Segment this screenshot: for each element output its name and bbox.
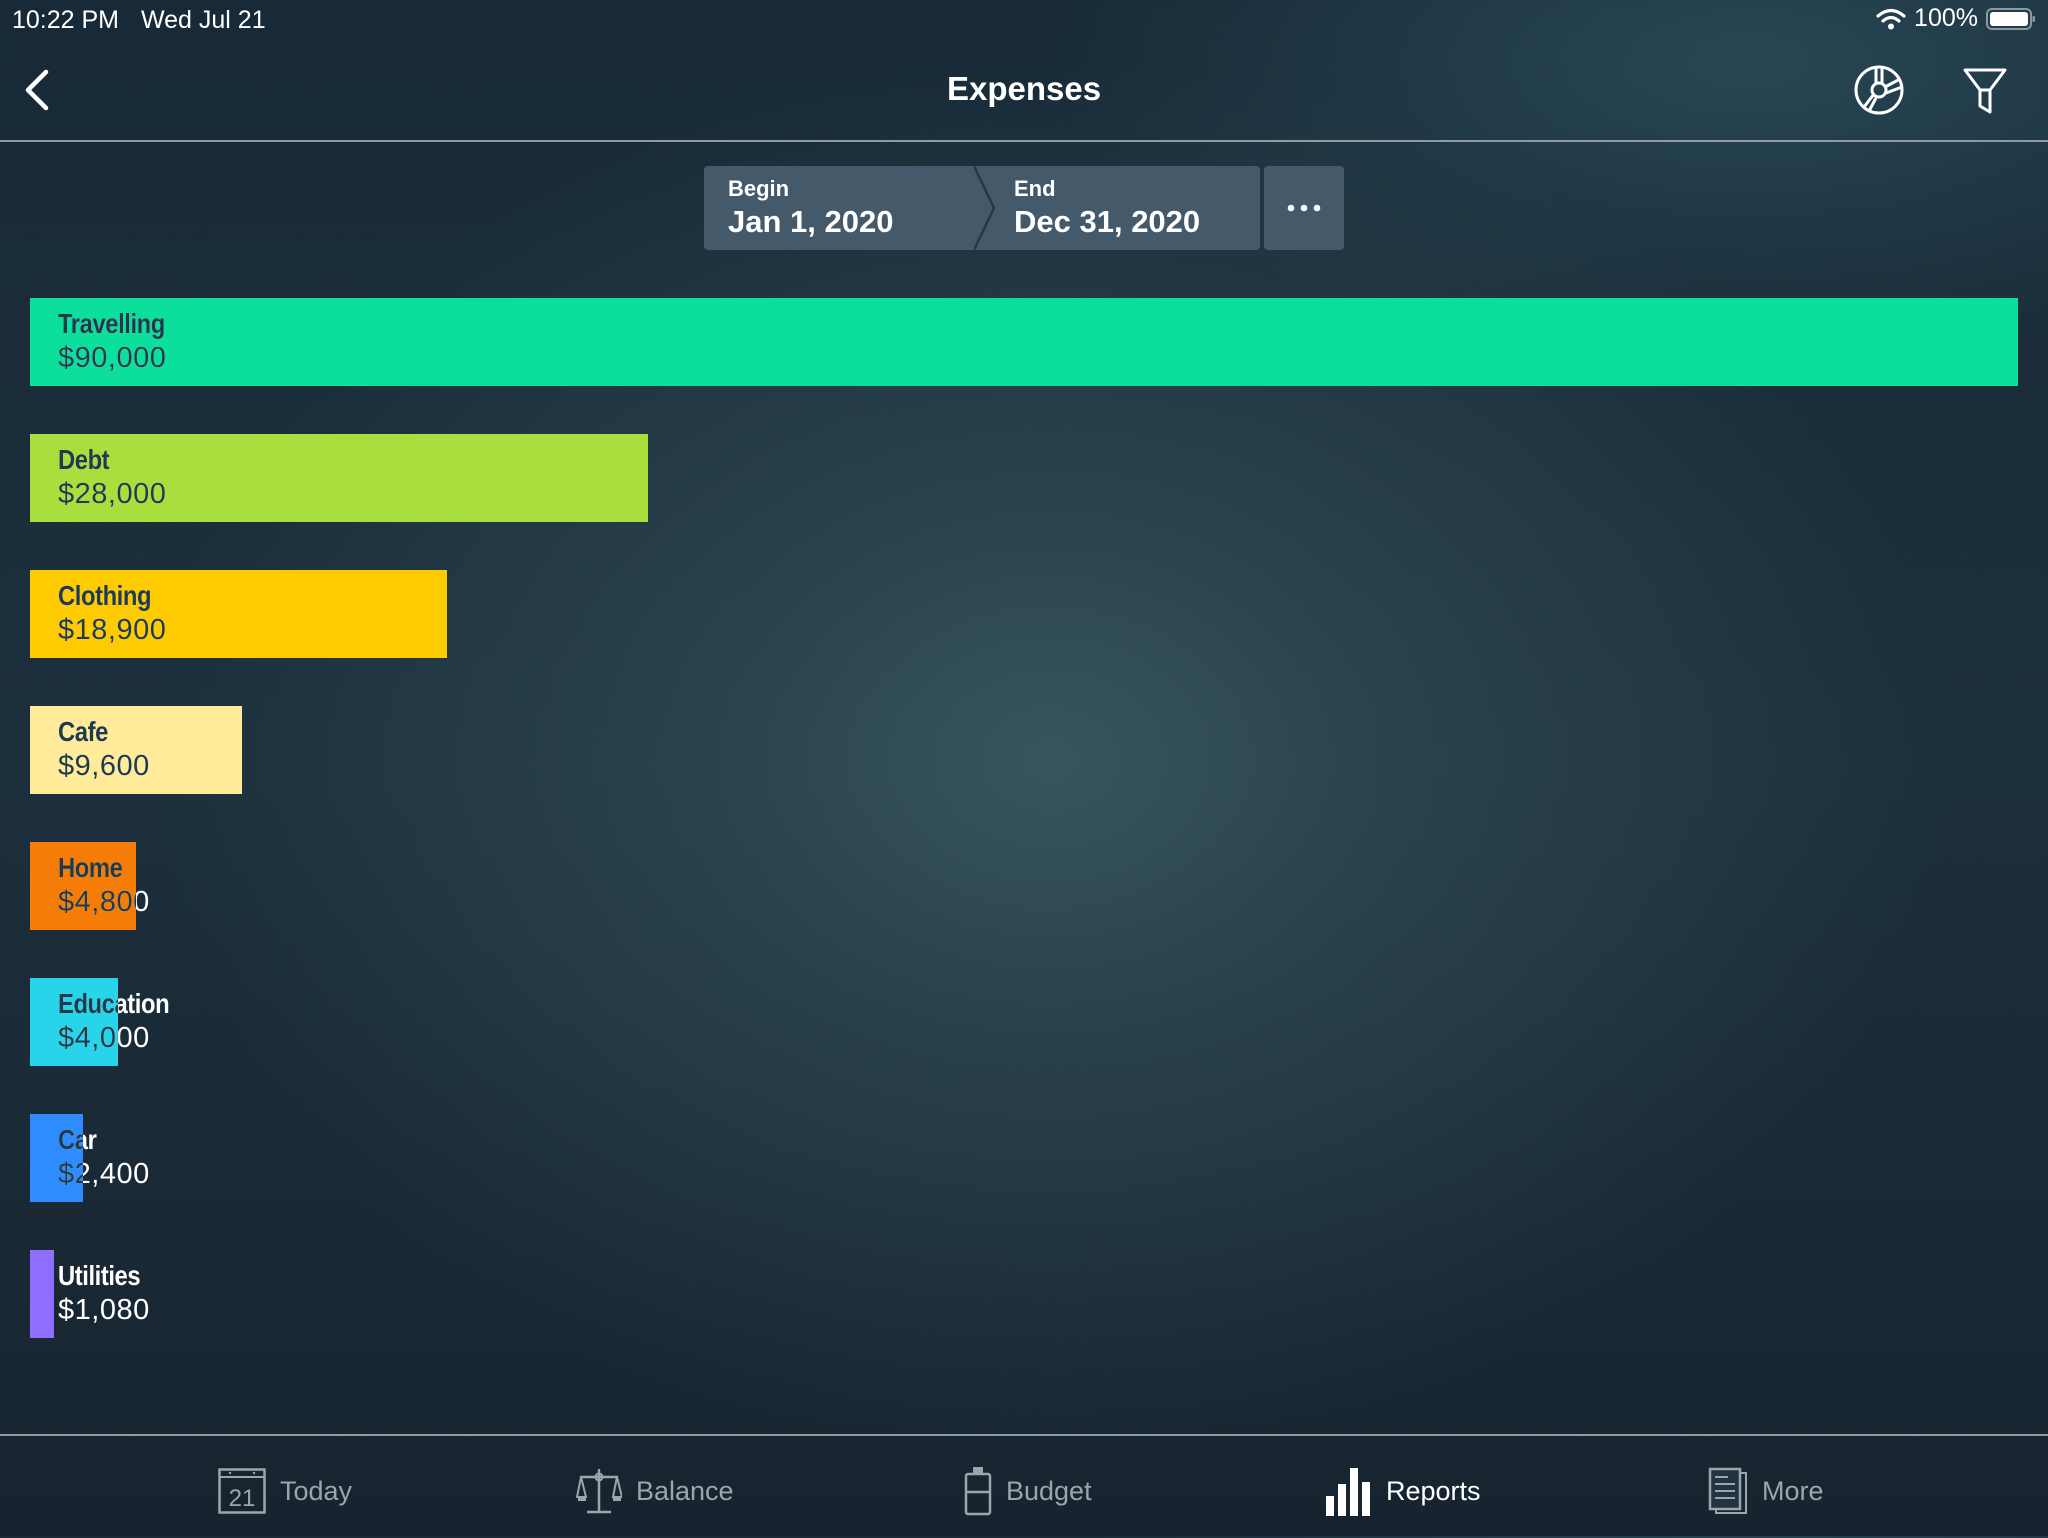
- chevron-separator-icon: [974, 166, 996, 250]
- filter-button[interactable]: [1962, 66, 2008, 116]
- bar-value-label: $4,800: [58, 886, 136, 918]
- bar-label-clip: Car $2,400: [30, 1114, 83, 1202]
- tab-label: More: [1762, 1475, 1824, 1506]
- status-date: Wed Jul 21: [141, 6, 266, 34]
- tab-label: Budget: [1006, 1475, 1092, 1506]
- tab-bar: 21 Today Balance Budget Reports More: [0, 1434, 2048, 1538]
- begin-date-button[interactable]: Begin Jan 1, 2020: [704, 166, 996, 250]
- wifi-icon: [1876, 8, 1906, 29]
- scale-icon: [576, 1469, 622, 1514]
- jar-icon: [964, 1467, 992, 1516]
- bar-label-clip: Utilities$1,080: [30, 1250, 54, 1338]
- bar-value-label: $2,400: [58, 1158, 83, 1190]
- status-indicators: 100%: [1876, 4, 2036, 33]
- status-time: 10:22 PM: [12, 6, 120, 34]
- bar-category-label: Travelling: [58, 308, 165, 339]
- tab-reports[interactable]: Reports: [1326, 1466, 1481, 1516]
- bar-category-label: Debt: [58, 444, 110, 475]
- bar-row[interactable]: Education$4,000Education$4,000: [30, 978, 2018, 1066]
- bar-category-label: Utilities: [58, 1260, 141, 1291]
- tab-today[interactable]: 21 Today: [218, 1466, 352, 1516]
- end-date-value: Dec 31, 2020: [1014, 204, 1201, 239]
- bar-label-clip: Travelling $90,000: [30, 298, 2018, 386]
- bar-label-clip: Clothing $18,900: [30, 570, 447, 658]
- bar-value-label: $4,000: [58, 1022, 118, 1054]
- bar-label-clip: Home$4,800: [30, 842, 136, 930]
- chart-type-button[interactable]: [1852, 63, 1906, 117]
- bar-value-label: $18,900: [58, 614, 167, 646]
- bar-row[interactable]: Debt $28,000 Debt $28,000: [30, 434, 2018, 522]
- date-range-more-button[interactable]: [1264, 166, 1344, 250]
- tab-more[interactable]: More: [1708, 1466, 1824, 1516]
- bar-category-label: Clothing: [58, 580, 152, 611]
- bar-row[interactable]: Clothing $18,900 Clothing $18,900: [30, 570, 2018, 658]
- bar-value-label: $28,000: [58, 478, 167, 510]
- bar-row[interactable]: Home$4,800Home$4,800: [30, 842, 2018, 930]
- battery-icon: [1986, 7, 2035, 30]
- begin-date-value: Jan 1, 2020: [728, 204, 894, 239]
- pie-chart-icon: [1854, 65, 1904, 115]
- bar-label-clip: Cafe $9,600: [30, 706, 242, 794]
- ellipsis-icon: [1287, 204, 1321, 212]
- bar-row[interactable]: Car $2,400Car $2,400: [30, 1114, 2018, 1202]
- bar-row[interactable]: Cafe $9,600 Cafe $9,600: [30, 706, 2018, 794]
- end-label: End: [1014, 176, 1056, 201]
- bar-category-label: Education: [58, 988, 118, 1019]
- bar-chart-icon: [1326, 1468, 1370, 1516]
- tab-label: Today: [280, 1475, 353, 1506]
- bar-category-label: Home: [58, 852, 123, 883]
- bar-value-label: $1,080: [58, 1294, 150, 1326]
- battery-percent: 100%: [1914, 4, 1978, 32]
- bar-value-label: $9,600: [58, 750, 150, 782]
- bar-row[interactable]: Utilities$1,080Utilities$1,080: [30, 1250, 2018, 1338]
- tab-budget[interactable]: Budget: [964, 1466, 1092, 1516]
- tab-label: Reports: [1386, 1475, 1481, 1506]
- calendar-day: 21: [229, 1485, 256, 1512]
- bar-row[interactable]: Travelling $90,000 Travelling $90,000: [30, 298, 2018, 386]
- navigation-bar: Expenses: [0, 40, 2048, 142]
- status-bar: 10:22 PM Wed Jul 21 100%: [0, 0, 2048, 40]
- date-range-selector: Begin Jan 1, 2020 End Dec 31, 2020: [704, 166, 1344, 250]
- bar-category-label: Car: [58, 1124, 83, 1155]
- end-date-button[interactable]: End Dec 31, 2020: [984, 166, 1260, 250]
- bar-label-clip: Debt $28,000: [30, 434, 648, 522]
- documents-icon: [1708, 1467, 1747, 1514]
- filter-icon: [1963, 68, 2007, 114]
- bar-category-label: Cafe: [58, 716, 108, 747]
- bar-value-label: $90,000: [58, 342, 167, 374]
- begin-label: Begin: [728, 176, 790, 201]
- page-title: Expenses: [946, 70, 1102, 107]
- tab-label: Balance: [636, 1475, 734, 1506]
- calendar-icon: 21: [218, 1468, 266, 1514]
- bar-label-clip: Education$4,000: [30, 978, 118, 1066]
- tab-balance[interactable]: Balance: [576, 1466, 734, 1516]
